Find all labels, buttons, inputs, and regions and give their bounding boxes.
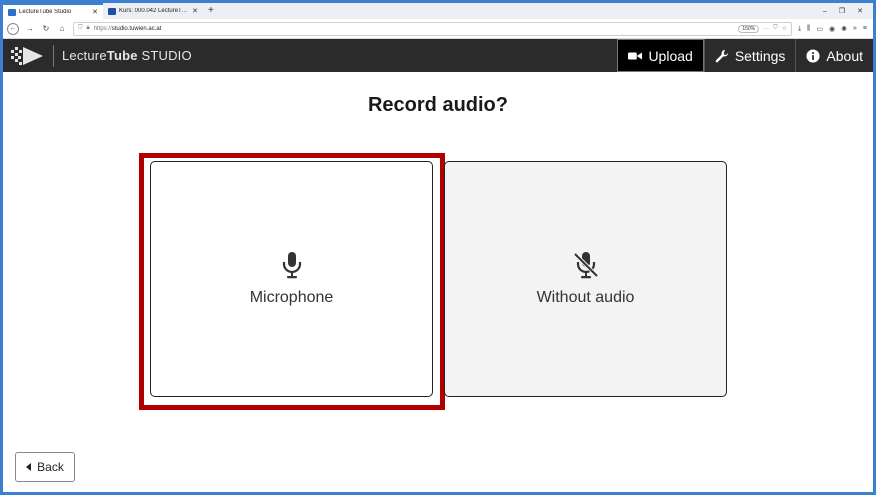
back-button-label: Back (37, 460, 64, 474)
wrench-icon (715, 49, 728, 62)
lock-icon: 🔒︎ (86, 25, 90, 31)
bookmark-star-icon[interactable]: ☆ (782, 25, 787, 32)
reload-icon[interactable]: ↻ (41, 24, 51, 33)
brand-divider (53, 44, 54, 67)
library-icon[interactable]: ⫼ (807, 25, 810, 33)
lecturetube-logo-icon (11, 46, 43, 65)
url-text: https://studio.tuwien.ac.at (93, 25, 162, 32)
back-button[interactable]: Back (15, 452, 75, 482)
new-tab-button[interactable]: + (203, 3, 219, 19)
without-audio-option-button[interactable]: Without audio (444, 161, 727, 397)
app-menu: Upload Settings About (617, 39, 873, 72)
overflow-icon[interactable]: » (853, 25, 857, 33)
hamburger-menu-icon[interactable]: ≡ (863, 25, 867, 33)
brand-name: LectureTube STUDIO (62, 48, 192, 63)
microphone-slash-icon (573, 252, 598, 279)
maximize-icon[interactable]: ❐ (839, 7, 845, 15)
microphone-icon (282, 252, 301, 279)
back-arrow-icon[interactable]: ← (7, 22, 19, 35)
browser-toolbar: ⤓ ⫼ ▭ ◉ ✺ » ≡ (798, 25, 869, 33)
menu-about-label: About (826, 47, 863, 64)
menu-settings-label: Settings (734, 47, 786, 64)
tab-label: LectureTube Studio (19, 9, 72, 15)
shield-icon: ⛉ (78, 25, 83, 31)
menu-upload[interactable]: Upload (617, 39, 704, 72)
forward-arrow-icon[interactable]: → (25, 24, 35, 33)
zoom-level-badge[interactable]: 150% (738, 24, 760, 33)
browser-nav-bar: ← → ↻ ⌂ ⛉ 🔒︎ https://studio.tuwien.ac.at… (3, 19, 873, 39)
more-actions-icon[interactable]: ··· (763, 26, 769, 32)
without-audio-option-label: Without audio (536, 289, 635, 306)
browser-tab-course[interactable]: Kurs: 000.042 LectureTube Studio ✕ (103, 3, 203, 19)
window-controls: – ❐ ✕ (823, 3, 873, 19)
minimize-icon[interactable]: – (823, 8, 827, 15)
url-bar[interactable]: ⛉ 🔒︎ https://studio.tuwien.ac.at 150% ··… (73, 21, 793, 36)
microphone-option-button[interactable]: Microphone (150, 161, 433, 397)
pocket-icon[interactable]: ⛉ (773, 25, 778, 32)
close-tab-icon[interactable]: ✕ (92, 8, 98, 16)
page-title: Record audio? (367, 94, 508, 116)
caret-left-icon (26, 463, 32, 471)
brand[interactable]: LectureTube STUDIO (3, 39, 192, 72)
account-icon[interactable]: ◉ (829, 25, 835, 33)
info-circle-icon (806, 48, 820, 63)
menu-settings[interactable]: Settings (703, 39, 796, 72)
lecturetube-favicon-icon (8, 8, 16, 16)
home-icon[interactable]: ⌂ (57, 24, 67, 33)
tab-label: Kurs: 000.042 LectureTube Studio (119, 8, 190, 14)
menu-upload-label: Upload (648, 47, 693, 64)
extension-icon[interactable]: ✺ (841, 25, 847, 33)
sidebar-icon[interactable]: ▭ (816, 25, 823, 33)
tuwel-favicon-icon (108, 7, 116, 15)
browser-tab-lecturetube[interactable]: LectureTube Studio ✕ (3, 3, 103, 19)
menu-about[interactable]: About (795, 39, 873, 72)
download-icon[interactable]: ⤓ (798, 25, 801, 33)
close-tab-icon[interactable]: ✕ (192, 7, 198, 15)
close-window-icon[interactable]: ✕ (857, 7, 863, 15)
app-header: LectureTube STUDIO Upload Settings About (3, 39, 873, 72)
video-camera-icon (628, 52, 643, 59)
microphone-option-label: Microphone (249, 289, 334, 306)
browser-tab-bar: LectureTube Studio ✕ Kurs: 000.042 Lectu… (3, 3, 873, 19)
screenshot-frame: LectureTube Studio ✕ Kurs: 000.042 Lectu… (0, 0, 876, 495)
